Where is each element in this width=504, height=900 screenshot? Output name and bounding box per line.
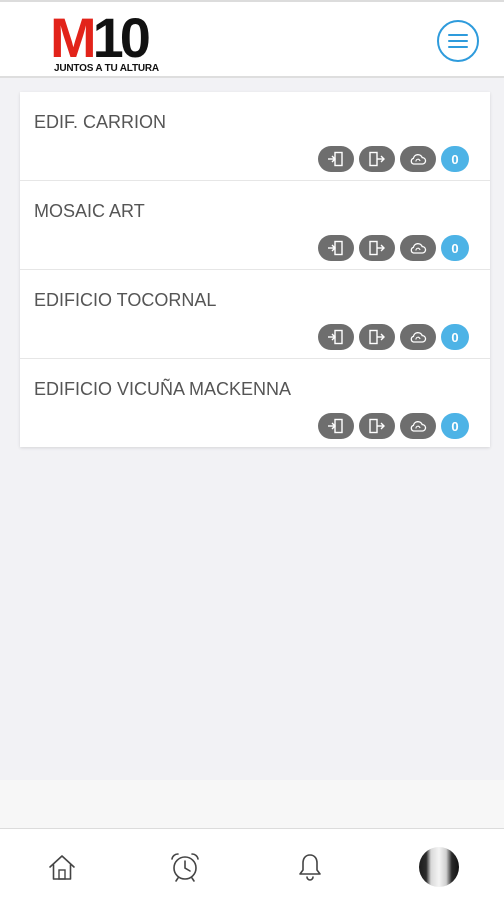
app-header: M10 JUNTOS A TU ALTURA [0, 0, 504, 78]
nav-alarm[interactable] [165, 847, 205, 887]
check-out-button[interactable] [359, 413, 395, 439]
list-item[interactable]: MOSAIC ART 0 [20, 181, 490, 270]
logo-mark: M10 [50, 6, 151, 69]
door-enter-icon [328, 240, 343, 256]
count-badge: 0 [441, 413, 469, 439]
door-exit-icon [369, 151, 385, 167]
cloud-sync-icon [410, 154, 427, 165]
logo-tagline: JUNTOS A TU ALTURA [54, 63, 159, 74]
building-name: EDIFICIO VICUÑA MACKENNA [34, 379, 292, 399]
check-in-button[interactable] [318, 235, 354, 261]
item-actions: 0 [313, 324, 469, 350]
cloud-sync-icon [410, 421, 427, 432]
nav-notifications[interactable] [290, 847, 330, 887]
check-out-button[interactable] [359, 324, 395, 350]
list-item[interactable]: EDIFICIO VICUÑA MACKENNA 0 [20, 359, 490, 447]
sync-button[interactable] [400, 324, 436, 350]
count-badge: 0 [441, 324, 469, 350]
menu-button[interactable] [437, 20, 479, 62]
count-badge: 0 [441, 235, 469, 261]
cloud-sync-icon [410, 243, 427, 254]
door-enter-icon [328, 418, 343, 434]
sync-button[interactable] [400, 235, 436, 261]
nav-profile[interactable] [419, 847, 459, 887]
door-exit-icon [369, 418, 385, 434]
check-in-button[interactable] [318, 413, 354, 439]
bell-icon [299, 854, 321, 881]
door-exit-icon [369, 329, 385, 345]
item-actions: 0 [313, 146, 469, 172]
door-enter-icon [328, 151, 343, 167]
list-item[interactable]: EDIF. CARRION 0 [20, 92, 490, 181]
check-out-button[interactable] [359, 146, 395, 172]
building-name: EDIF. CARRION [34, 112, 167, 132]
check-in-button[interactable] [318, 146, 354, 172]
list-item[interactable]: EDIFICIO TOCORNAL 0 [20, 270, 490, 359]
cloud-sync-icon [410, 332, 427, 343]
hamburger-menu-icon [448, 34, 468, 48]
sync-button[interactable] [400, 146, 436, 172]
nav-home[interactable] [42, 847, 82, 887]
count-badge: 0 [441, 146, 469, 172]
avatar [419, 847, 459, 887]
brand-logo: M10 JUNTOS A TU ALTURA [50, 10, 190, 76]
sync-button[interactable] [400, 413, 436, 439]
item-actions: 0 [313, 235, 469, 261]
building-name: MOSAIC ART [34, 201, 145, 221]
check-in-button[interactable] [318, 324, 354, 350]
alarm-clock-icon [171, 853, 199, 882]
home-icon [49, 855, 75, 880]
bottom-nav [0, 828, 504, 900]
check-out-button[interactable] [359, 235, 395, 261]
door-enter-icon [328, 329, 343, 345]
building-list: EDIF. CARRION 0 MOSAIC ART 0 EDIFICIO TO… [20, 92, 490, 447]
content-bottom-area [0, 780, 504, 828]
door-exit-icon [369, 240, 385, 256]
item-actions: 0 [313, 413, 469, 439]
building-name: EDIFICIO TOCORNAL [34, 290, 217, 310]
